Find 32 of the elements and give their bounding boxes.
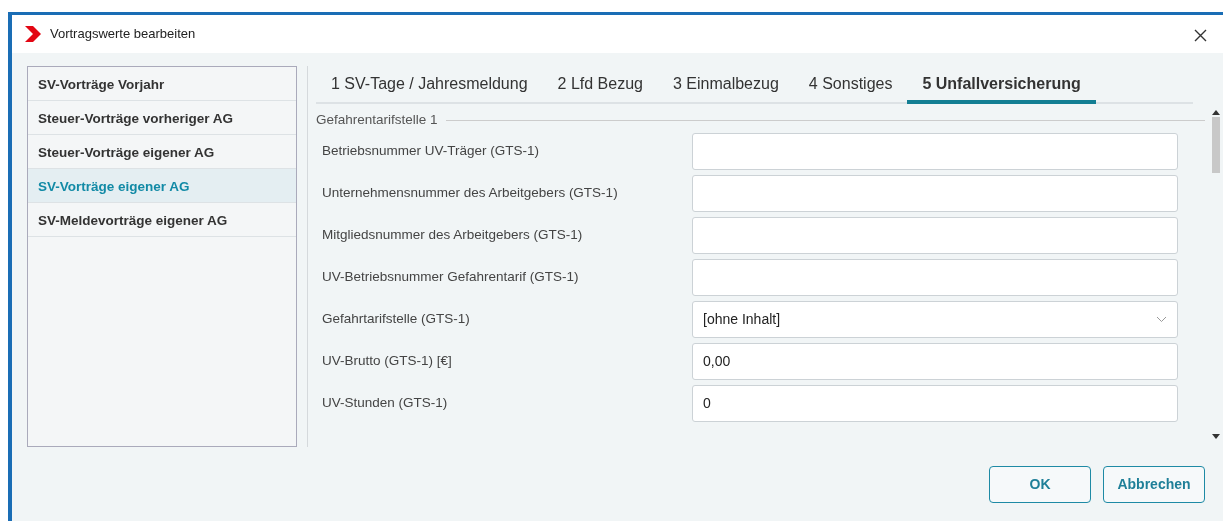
- tab[interactable]: 2 Lfd Bezug: [542, 66, 658, 104]
- input-field[interactable]: 0: [692, 384, 1178, 422]
- section-title: Gefahrentarifstelle 1: [316, 111, 438, 129]
- input-field[interactable]: [692, 216, 1178, 254]
- field-label: UV-Brutto (GTS-1) [€]: [321, 352, 453, 371]
- chevron-down-icon: [1156, 315, 1167, 323]
- field-label: Mitgliedsnummer des Arbeitgebers (GTS-1): [321, 226, 584, 245]
- scrollbar-thumb[interactable]: [1212, 117, 1220, 173]
- field-label: Gefahrtarifstelle (GTS-1): [321, 310, 471, 329]
- chevron-logo-icon: [24, 25, 42, 43]
- ok-button[interactable]: OK: [989, 466, 1091, 503]
- tab[interactable]: 3 Einmalbezug: [657, 66, 794, 104]
- sidebar-item[interactable]: SV-Vorträge Vorjahr: [28, 67, 296, 101]
- input-field[interactable]: 0,00: [692, 342, 1178, 380]
- field-label: Betriebsnummer UV-Träger (GTS-1): [321, 142, 541, 161]
- sidebar-item[interactable]: Steuer-Vorträge vorheriger AG: [28, 101, 296, 135]
- scroll-up-icon[interactable]: [1212, 110, 1220, 115]
- input-field[interactable]: [692, 132, 1178, 170]
- input-field[interactable]: [692, 258, 1178, 296]
- cancel-button[interactable]: Abbrechen: [1103, 466, 1205, 503]
- tab[interactable]: 4 Sonstiges: [793, 66, 908, 104]
- field-label: Unternehmensnummer des Arbeitgebers (GTS-1): [321, 184, 619, 203]
- field-label: UV-Stunden (GTS-1): [321, 394, 449, 413]
- window-title: Vortragswerte bearbeiten: [50, 25, 196, 44]
- tab[interactable]: 5 Unfallversicherung: [907, 66, 1096, 104]
- tab[interactable]: 1 SV-Tage / Jahresmeldung: [316, 66, 543, 104]
- input-field[interactable]: [692, 174, 1178, 212]
- close-icon: [1194, 29, 1207, 43]
- scroll-down-icon[interactable]: [1212, 434, 1220, 439]
- sidebar-item[interactable]: SV-Meldevorträge eigener AG: [28, 203, 296, 237]
- dropdown[interactable]: [ohne Inhalt]: [692, 300, 1178, 338]
- field-label: UV-Betriebsnummer Gefahrentarif (GTS-1): [321, 268, 580, 287]
